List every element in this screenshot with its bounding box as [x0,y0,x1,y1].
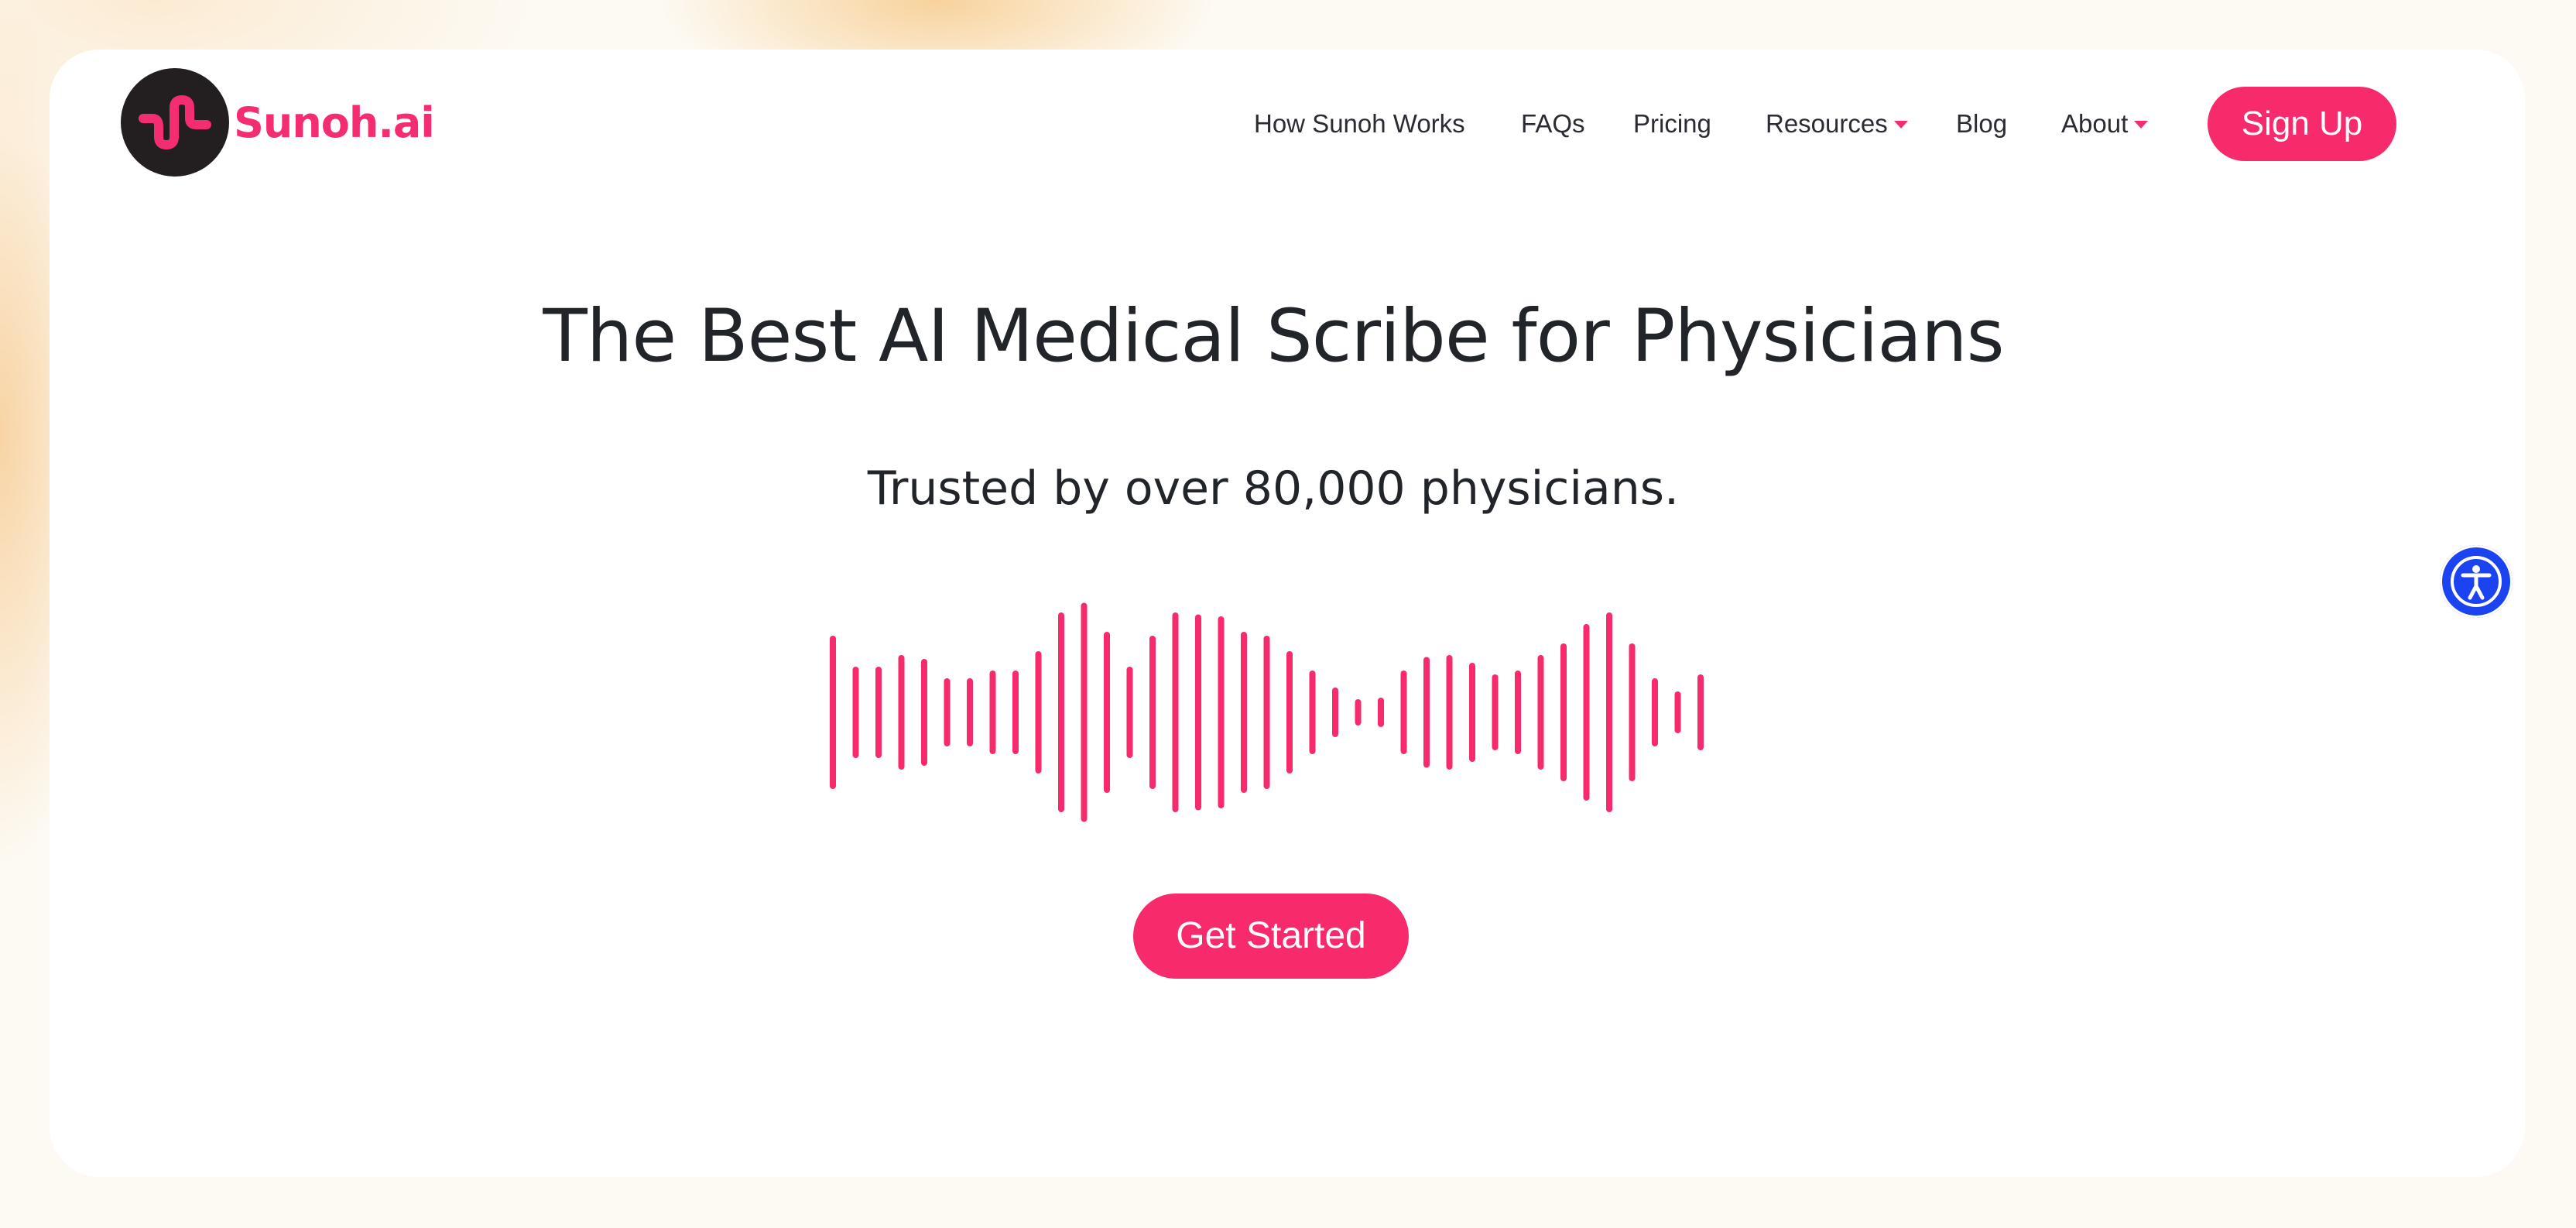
nav-label: Blog [1956,109,2008,138]
audio-waveform-icon [830,602,1704,822]
get-started-button[interactable]: Get Started [1133,894,1409,979]
hero-title: The Best AI Medical Scribe for Physician… [543,294,2004,379]
nav-label: FAQs [1521,109,1585,138]
nav-faqs[interactable]: FAQs [1521,87,1585,161]
sign-up-button[interactable]: Sign Up [2208,87,2396,161]
accessibility-button[interactable] [2440,545,2513,618]
caret-down-icon [1893,121,1908,129]
nav-label: About [2061,109,2129,138]
nav-about[interactable]: About [2061,87,2149,161]
nav-label: How Sunoh Works [1254,109,1465,138]
nav-blog[interactable]: Blog [1956,87,2007,161]
nav-label: Resources [1766,109,1888,138]
accessibility-icon [2451,556,2502,607]
nav-pricing[interactable]: Pricing [1633,87,1711,161]
nav-label: Pricing [1633,109,1711,138]
nav-resources[interactable]: Resources [1766,87,1908,161]
main-nav: How Sunoh Works FAQs Pricing Resources B… [0,87,2576,161]
nav-how-sunoh-works[interactable]: How Sunoh Works [1254,87,1465,161]
hero-subtitle: Trusted by over 80,000 physicians. [867,461,1680,516]
caret-down-icon [2134,121,2149,129]
